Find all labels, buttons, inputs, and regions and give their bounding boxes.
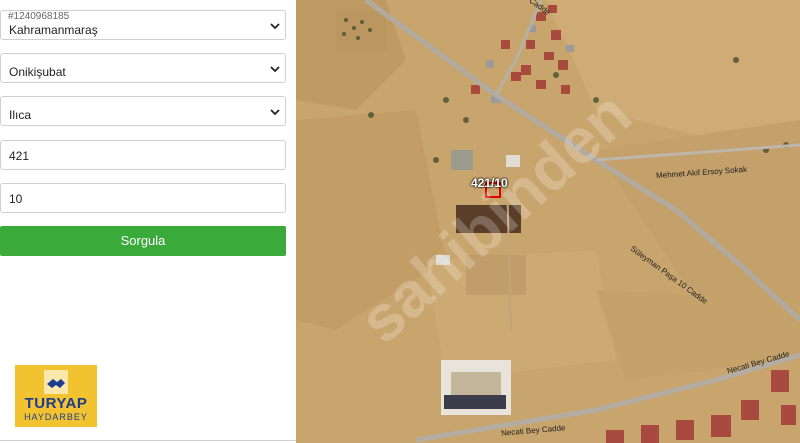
parcel-input[interactable]: 10 [0,183,286,213]
listing-id: #1240968185 [8,11,70,22]
turyap-logo: TURYAP HAYDARBEY [15,365,97,427]
neighborhood-select[interactable]: Ilıca [0,96,286,126]
sorgula-button[interactable]: Sorgula [0,226,286,256]
chevron-down-icon [270,23,280,30]
district-select[interactable]: Onikişubat [0,53,286,83]
neighborhood-select-value: Ilıca [9,108,32,122]
handshake-icon [44,370,68,394]
province-select-value: Kahramanmaraş [9,23,98,37]
query-form-panel: #1240968185 Kahramanmaraş Onikişubat Ilı… [0,0,296,443]
map-imagery [296,0,800,443]
divider [0,440,296,441]
satellite-map[interactable]: sahibinden 421/10 Cadde Mehmet Akif Erso… [296,0,800,443]
block-input[interactable]: 421 [0,140,286,170]
chevron-down-icon [270,66,280,73]
logo-sub: HAYDARBEY [24,412,88,422]
parcel-input-value: 10 [9,192,23,206]
chevron-down-icon [270,109,280,116]
parcel-label: 421/10 [471,176,508,190]
block-input-value: 421 [9,149,30,163]
district-select-value: Onikişubat [9,65,66,79]
logo-brand: TURYAP [24,395,88,412]
